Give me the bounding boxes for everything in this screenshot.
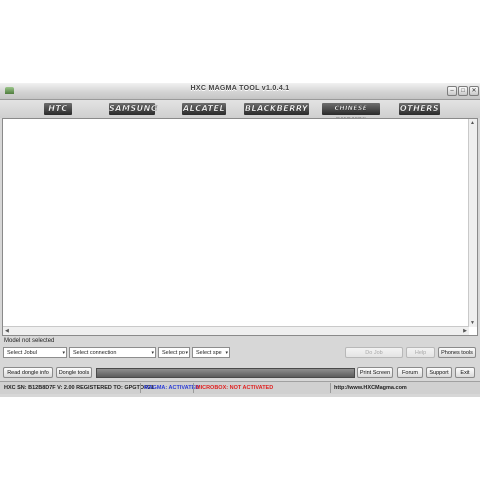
tab-samsung[interactable]: SAMSUNG	[109, 103, 158, 115]
connection-select-value: Select connection	[73, 350, 117, 356]
divider	[330, 383, 331, 393]
scroll-right-icon[interactable]: ▶	[463, 328, 467, 334]
title-bar[interactable]: HXC MAGMA TOOL v1.0.4.1 – □ ✕	[0, 83, 480, 100]
website-link[interactable]: http://www.HXCMagma.com	[334, 384, 407, 392]
log-area[interactable]: ▲ ▼ ◀ ▶	[2, 118, 478, 336]
magma-status: MAGMA: ACTIVATED	[144, 385, 200, 391]
divider	[193, 383, 194, 393]
brand-tabs: HTC SAMSUNG ALCATEL BLACKBERRY CHINESE P…	[0, 100, 480, 124]
horizontal-scrollbar[interactable]: ◀ ▶	[3, 326, 469, 335]
chevron-down-icon: ▾	[225, 350, 228, 356]
support-button[interactable]: Support	[426, 367, 452, 378]
port-select[interactable]: Select po ▾	[158, 347, 190, 358]
job-select[interactable]: Select Jobul ▾	[3, 347, 67, 358]
speed-select[interactable]: Select spe ▾	[192, 347, 230, 358]
phones-tools-button[interactable]: Phones tools	[438, 347, 476, 358]
model-status: Model not selected	[4, 338, 55, 344]
scroll-down-icon[interactable]: ▼	[470, 320, 475, 326]
window-title: HXC MAGMA TOOL v1.0.4.1	[190, 85, 290, 92]
help-button[interactable]: Help	[406, 347, 435, 358]
exit-button[interactable]: Exit	[455, 367, 475, 378]
maximize-button[interactable]: □	[458, 86, 468, 96]
close-button[interactable]: ✕	[469, 86, 479, 96]
print-screen-button[interactable]: Print Screen	[357, 367, 393, 378]
status-bar: HXC SN: B12B8D7F V: 2.00 REGISTERED TO: …	[0, 381, 480, 394]
chevron-down-icon: ▾	[185, 350, 188, 356]
job-select-value: Select Jobul	[7, 350, 37, 356]
chevron-down-icon: ▾	[62, 350, 65, 356]
microbox-status: MICROBOX: NOT ACTIVATED	[196, 385, 274, 391]
tab-others[interactable]: OTHERS	[399, 103, 440, 115]
tab-blackberry[interactable]: BLACKBERRY	[244, 103, 309, 115]
tab-htc[interactable]: HTC	[44, 103, 72, 115]
main-window: HXC MAGMA TOOL v1.0.4.1 – □ ✕ HTC SAMSUN…	[0, 83, 480, 397]
divider	[140, 383, 141, 393]
port-select-value: Select po	[162, 350, 185, 356]
do-job-button[interactable]: Do Job	[345, 347, 403, 358]
tab-chinese-phones[interactable]: CHINESE PHONES	[322, 103, 380, 124]
forum-button[interactable]: Forum	[397, 367, 423, 378]
minimize-button[interactable]: –	[447, 86, 457, 96]
progress-bar	[96, 368, 355, 378]
read-dongle-info-button[interactable]: Read dongle info	[3, 367, 53, 378]
scroll-left-icon[interactable]: ◀	[5, 328, 9, 334]
chevron-down-icon: ▾	[151, 350, 154, 356]
serial-info: HXC SN: B12B8D7F V: 2.00 REGISTERED TO: …	[4, 385, 154, 391]
tab-alcatel[interactable]: ALCATEL	[182, 103, 226, 115]
connection-select[interactable]: Select connection ▾	[69, 347, 156, 358]
speed-select-value: Select spe	[196, 350, 222, 356]
scroll-up-icon[interactable]: ▲	[470, 120, 475, 126]
dongle-tools-button[interactable]: Dongle tools	[56, 367, 92, 378]
vertical-scrollbar[interactable]: ▲ ▼	[468, 119, 477, 327]
